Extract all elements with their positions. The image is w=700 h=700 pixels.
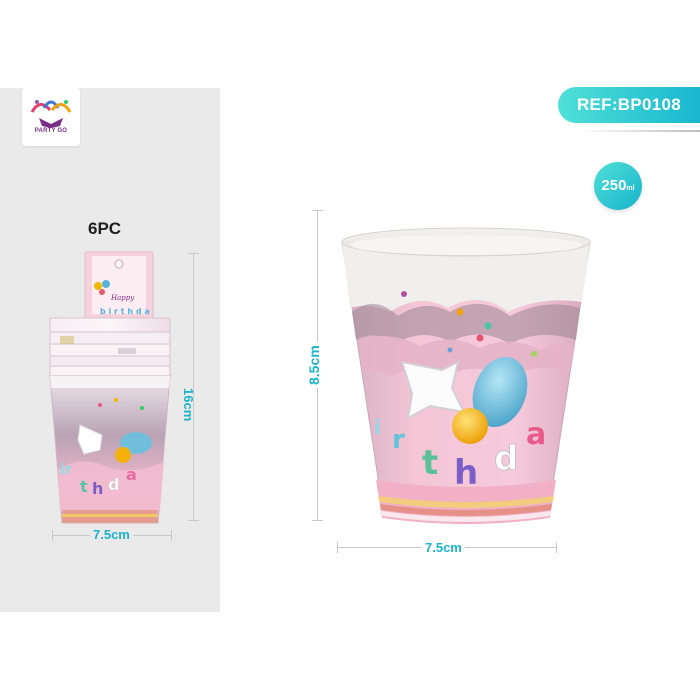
party-go-logo-icon (30, 100, 72, 128)
cup-height-label: 8.5cm (306, 342, 322, 388)
ref-underline (578, 130, 700, 132)
pack-height-cap-bottom (188, 520, 199, 521)
svg-text:b i r t h d a: b i r t h d a (100, 307, 150, 316)
pack-width-label: 7.5cm (90, 527, 133, 542)
pack-width-cap-right (171, 530, 172, 541)
svg-text:a: a (126, 465, 137, 484)
cup-height-cap-top (312, 210, 323, 211)
brand-logo: PARTY GO (22, 88, 80, 146)
cup-letter-a: a (526, 417, 546, 452)
cup-letter-d: d (494, 439, 518, 479)
cup-pack-image: Happy b i r t h d a ir t h d a (49, 251, 171, 524)
logo-text: PARTY GO (34, 128, 68, 134)
pack-count-label: 6PC (88, 219, 122, 238)
cup-letter-i: i (374, 415, 381, 439)
svg-text:h: h (92, 479, 103, 498)
pack-height-label: 16cm (181, 388, 196, 422)
volume-unit: ml (626, 185, 635, 192)
volume-badge: 250ml (594, 162, 642, 210)
cup-letter-r: r (392, 425, 405, 455)
ref-badge: REF:BP0108 (558, 87, 700, 123)
cup-width-cap-right (556, 542, 557, 553)
cup-product-image: i r t h d a (341, 227, 591, 524)
cup-width-label: 7.5cm (422, 540, 465, 555)
pack-height-cap-top (188, 253, 199, 254)
pack-width-cap-left (52, 530, 53, 541)
pack-card-text: Happy (110, 294, 135, 302)
volume-value: 250 (601, 177, 627, 194)
pack-height-line (193, 253, 194, 521)
svg-text:d: d (108, 475, 119, 494)
cup-letter-t: t (422, 443, 438, 483)
cup-height-cap-bottom (312, 520, 323, 521)
svg-text:ir: ir (60, 462, 72, 478)
cup-width-cap-left (337, 542, 338, 553)
svg-text:t: t (80, 477, 88, 496)
